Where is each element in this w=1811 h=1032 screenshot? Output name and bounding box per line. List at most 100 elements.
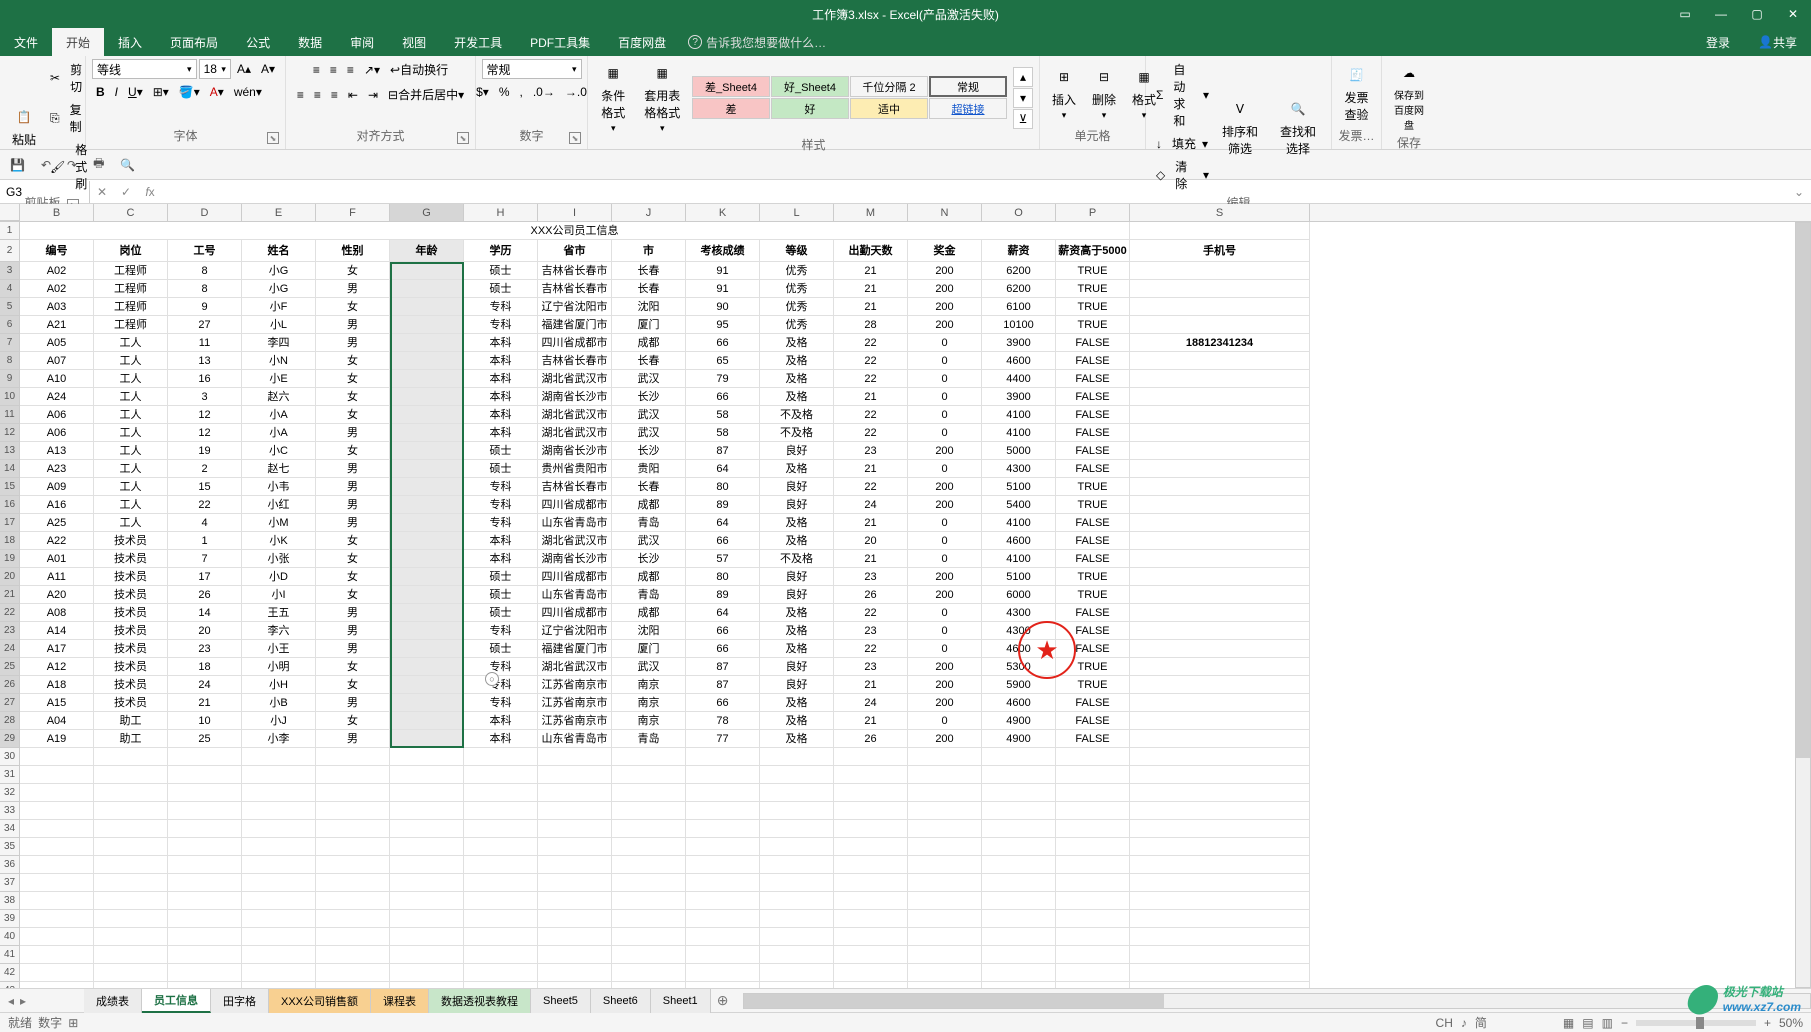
empty-cell[interactable] <box>1056 748 1130 766</box>
data-cell[interactable]: 5100 <box>982 568 1056 586</box>
data-cell[interactable]: 4300 <box>982 622 1056 640</box>
data-cell[interactable]: 硕士 <box>464 442 538 460</box>
header-cell[interactable]: 学历 <box>464 240 538 262</box>
data-cell[interactable]: 男 <box>316 514 390 532</box>
data-cell[interactable]: 0 <box>908 370 982 388</box>
data-cell[interactable]: 男 <box>316 424 390 442</box>
row-header-32[interactable]: 32 <box>0 784 20 802</box>
data-cell[interactable]: 本科 <box>464 352 538 370</box>
data-cell[interactable] <box>390 370 464 388</box>
data-cell[interactable]: 江苏省南京市 <box>538 694 612 712</box>
phone-cell[interactable] <box>1130 262 1310 280</box>
empty-cell[interactable] <box>94 964 168 982</box>
data-cell[interactable]: FALSE <box>1056 694 1130 712</box>
data-cell[interactable]: 南京 <box>612 676 686 694</box>
data-cell[interactable]: 湖北省武汉市 <box>538 532 612 550</box>
data-cell[interactable]: 女 <box>316 388 390 406</box>
data-cell[interactable]: 小N <box>242 352 316 370</box>
data-cell[interactable]: 24 <box>834 496 908 514</box>
add-sheet-button[interactable]: ⊕ <box>711 992 735 1009</box>
data-cell[interactable]: 66 <box>686 388 760 406</box>
phone-cell[interactable] <box>1130 352 1310 370</box>
empty-cell[interactable] <box>908 910 982 928</box>
phonetic-button[interactable]: wén▾ <box>230 83 266 101</box>
qa-undo-icon[interactable]: ↶ <box>41 158 51 172</box>
data-cell[interactable]: 66 <box>686 334 760 352</box>
col-header-O[interactable]: O <box>982 204 1056 221</box>
header-cell[interactable]: 薪资 <box>982 240 1056 262</box>
empty-cell[interactable] <box>982 982 1056 988</box>
empty-cell[interactable] <box>1056 964 1130 982</box>
data-cell[interactable]: 赵六 <box>242 388 316 406</box>
empty-cell[interactable] <box>20 982 94 988</box>
data-cell[interactable]: 女 <box>316 586 390 604</box>
style-changgui[interactable]: 常规 <box>929 76 1007 97</box>
data-cell[interactable] <box>390 550 464 568</box>
empty-cell[interactable] <box>20 766 94 784</box>
row-header-6[interactable]: 6 <box>0 316 20 334</box>
empty-cell[interactable] <box>316 982 390 988</box>
data-cell[interactable]: 16 <box>168 370 242 388</box>
data-cell[interactable]: 22 <box>834 406 908 424</box>
data-cell[interactable]: 辽宁省沈阳市 <box>538 298 612 316</box>
wrap-button[interactable]: ↩自动换行 <box>386 59 452 80</box>
empty-cell[interactable] <box>612 910 686 928</box>
data-cell[interactable] <box>390 730 464 748</box>
data-cell[interactable]: 男 <box>316 694 390 712</box>
data-cell[interactable]: A12 <box>20 658 94 676</box>
data-cell[interactable]: 硕士 <box>464 460 538 478</box>
data-cell[interactable]: 男 <box>316 496 390 514</box>
col-header-S[interactable]: S <box>1130 204 1310 221</box>
data-cell[interactable]: 4600 <box>982 640 1056 658</box>
empty-cell[interactable] <box>834 748 908 766</box>
data-cell[interactable] <box>390 604 464 622</box>
menu-dev[interactable]: 开发工具 <box>440 28 516 56</box>
data-cell[interactable]: 及格 <box>760 622 834 640</box>
data-cell[interactable]: 湖北省武汉市 <box>538 370 612 388</box>
empty-cell[interactable] <box>982 856 1056 874</box>
data-cell[interactable]: 小G <box>242 262 316 280</box>
data-cell[interactable]: 5100 <box>982 478 1056 496</box>
row-header-1[interactable]: 1 <box>0 222 20 240</box>
row-header-17[interactable]: 17 <box>0 514 20 532</box>
data-cell[interactable]: 200 <box>908 694 982 712</box>
data-cell[interactable]: 23 <box>834 442 908 460</box>
empty-cell[interactable] <box>464 964 538 982</box>
empty-cell[interactable] <box>390 982 464 988</box>
empty-cell[interactable] <box>316 964 390 982</box>
empty-cell[interactable] <box>316 766 390 784</box>
empty-cell[interactable] <box>168 838 242 856</box>
data-cell[interactable]: 本科 <box>464 334 538 352</box>
data-cell[interactable]: 青岛 <box>612 514 686 532</box>
data-cell[interactable]: 专科 <box>464 622 538 640</box>
minimize-icon[interactable]: — <box>1703 0 1739 28</box>
data-cell[interactable]: 优秀 <box>760 298 834 316</box>
empty-cell[interactable] <box>760 946 834 964</box>
number-format-select[interactable]: 常规▾ <box>482 59 582 79</box>
empty-cell[interactable] <box>612 964 686 982</box>
data-cell[interactable]: 李四 <box>242 334 316 352</box>
row-header-4[interactable]: 4 <box>0 280 20 298</box>
row-header-43[interactable]: 43 <box>0 982 20 988</box>
empty-cell[interactable] <box>464 910 538 928</box>
empty-cell[interactable] <box>464 838 538 856</box>
data-cell[interactable]: 20 <box>834 532 908 550</box>
data-cell[interactable]: 200 <box>908 496 982 514</box>
data-cell[interactable]: 江苏省南京市 <box>538 712 612 730</box>
data-cell[interactable]: 64 <box>686 514 760 532</box>
empty-cell[interactable] <box>908 856 982 874</box>
data-cell[interactable]: 良好 <box>760 442 834 460</box>
empty-cell[interactable] <box>94 892 168 910</box>
empty-cell[interactable] <box>94 784 168 802</box>
phone-cell[interactable] <box>1130 730 1310 748</box>
data-cell[interactable] <box>390 424 464 442</box>
currency-icon[interactable]: $▾ <box>472 83 493 101</box>
copy-button[interactable]: ⎘复制 <box>46 99 91 137</box>
empty-cell[interactable] <box>760 856 834 874</box>
data-cell[interactable]: 6200 <box>982 280 1056 298</box>
empty-cell[interactable] <box>760 820 834 838</box>
insert-cells-button[interactable]: ⊞插入▾ <box>1046 63 1082 123</box>
empty-cell[interactable] <box>94 928 168 946</box>
data-cell[interactable]: 200 <box>908 730 982 748</box>
data-cell[interactable]: 女 <box>316 370 390 388</box>
